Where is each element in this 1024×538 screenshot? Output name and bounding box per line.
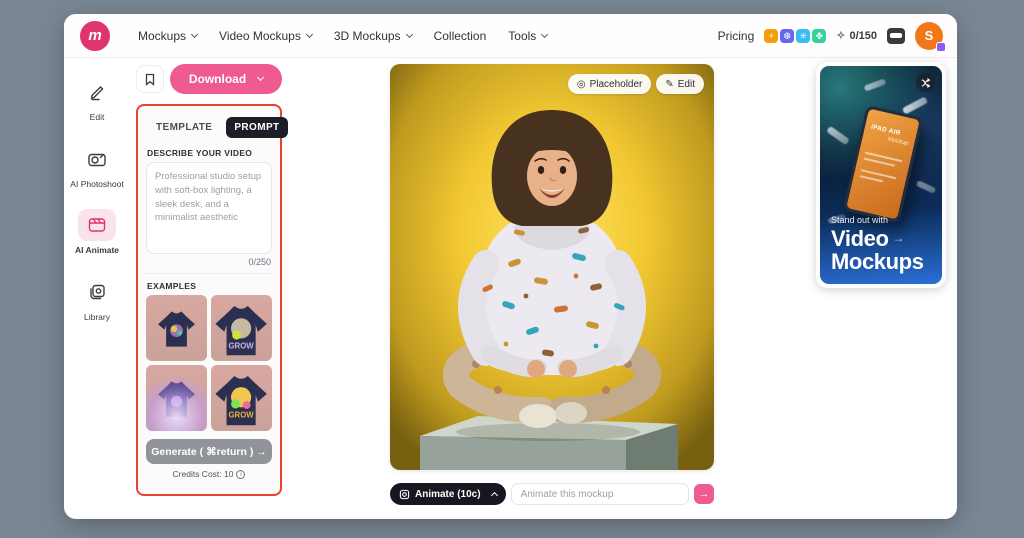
camera-icon: [78, 143, 116, 175]
bookmark-icon: [145, 73, 155, 86]
example-thumbnail-front[interactable]: [146, 295, 207, 361]
camera-app-icon[interactable]: [887, 27, 905, 44]
sidebar-item-edit[interactable]: Edit: [67, 76, 127, 123]
chevron-down-icon: [541, 30, 549, 38]
describe-video-label: DESCRIBE YOUR VIDEO: [147, 148, 253, 158]
animate-prompt-input[interactable]: [510, 483, 689, 505]
edit-pencil-icon: ✎: [665, 78, 674, 90]
download-button[interactable]: Download: [170, 64, 282, 94]
example-thumbnail-front-glow[interactable]: [146, 365, 207, 431]
light-streak: [826, 125, 850, 146]
tab-prompt[interactable]: PROMPT: [226, 117, 288, 138]
credits-indicator[interactable]: ✧ 0/150: [836, 29, 877, 43]
top-navigation-bar: m Mockups Video Mockups 3D Mockups Colle…: [64, 14, 957, 58]
info-icon[interactable]: i: [236, 469, 246, 479]
svg-text:GROW: GROW: [228, 342, 254, 351]
app-window: m Mockups Video Mockups 3D Mockups Colle…: [64, 14, 957, 519]
clapperboard-icon: [78, 209, 116, 242]
promo-badges: + ❆ ✳ ✤: [764, 28, 827, 43]
shuffle-button[interactable]: [916, 73, 935, 92]
chevron-down-icon: [305, 30, 313, 38]
main-nav: Mockups Video Mockups 3D Mockups Collect…: [138, 29, 549, 43]
bookmark-button[interactable]: [136, 65, 164, 93]
placeholder-icon: ◎: [576, 78, 586, 90]
mockup-preview-image[interactable]: ◎ Placeholder ✎ Edit: [390, 64, 714, 470]
nav-tools[interactable]: Tools: [508, 29, 549, 43]
nav-3d-mockups[interactable]: 3D Mockups: [334, 29, 413, 43]
light-streak: [863, 78, 887, 92]
prompt-panel-column: Download TEMPLATE PROMPT DESCRIBE YOUR V…: [130, 58, 288, 519]
prompt-panel-highlighted: TEMPLATE PROMPT DESCRIBE YOUR VIDEO 0/25…: [136, 104, 288, 496]
preview-overlay-buttons: ◎ Placeholder ✎ Edit: [567, 74, 704, 94]
user-avatar[interactable]: S: [915, 21, 946, 52]
nav-collection[interactable]: Collection: [434, 29, 487, 43]
credits-cost: Credits Cost: 10 i: [146, 469, 272, 479]
library-icon: [78, 276, 116, 308]
sidebar-item-ai-photoshoot[interactable]: AI Photoshoot: [67, 143, 127, 190]
nav-video-mockups[interactable]: Video Mockups: [219, 29, 313, 43]
promo-banner: iPAD AIR Mockup Stand out with Video → Mo…: [820, 66, 942, 284]
sparkle-icon: ✧: [836, 30, 846, 42]
chevron-up-icon: [490, 491, 498, 500]
clover-badge-icon[interactable]: ✤: [812, 28, 827, 43]
arrow-icon: →: [892, 230, 905, 245]
animate-camera-icon: [399, 489, 410, 499]
credits-count: 0/150: [849, 29, 877, 42]
chevron-down-icon: [257, 73, 265, 82]
animate-mode-button[interactable]: Animate (10c): [390, 483, 506, 505]
snowflake-badge-icon[interactable]: ❆: [780, 28, 795, 43]
pencil-icon: [78, 76, 116, 108]
video-mockups-promo-card[interactable]: iPAD AIR Mockup Stand out with Video → Mo…: [816, 62, 946, 288]
light-streak: [901, 96, 929, 115]
plan-badge-icon: [936, 41, 946, 52]
topbar-right: Pricing + ❆ ✳ ✤ ✧ 0/150 S: [718, 21, 946, 52]
nav-mockups[interactable]: Mockups: [138, 29, 199, 43]
left-sidebar: Edit AI Photoshoot AI Animate Library: [64, 58, 130, 519]
chevron-down-icon: [405, 30, 413, 38]
plus-badge-icon[interactable]: +: [764, 28, 779, 43]
example-thumbnail-back-grow[interactable]: GROW: [211, 295, 272, 361]
tablet-mockup-graphic: iPAD AIR Mockup: [842, 104, 924, 224]
decorative-line: [859, 175, 884, 183]
example-thumbnail-back-bright[interactable]: GROW: [211, 365, 272, 431]
promo-text: Stand out with Video → Mockups: [831, 214, 924, 275]
tab-template[interactable]: TEMPLATE: [148, 117, 220, 138]
sidebar-item-library[interactable]: Library: [67, 276, 127, 323]
pricing-link[interactable]: Pricing: [718, 29, 755, 43]
divider: [144, 273, 274, 274]
animate-toolbar: Animate (10c) →: [390, 483, 714, 505]
examples-grid: GROW GROW: [146, 295, 272, 431]
promo-column: iPAD AIR Mockup Stand out with Video → Mo…: [816, 58, 957, 519]
examples-label: EXAMPLES: [147, 281, 197, 291]
burst-badge-icon[interactable]: ✳: [796, 28, 811, 43]
panel-tabs: TEMPLATE PROMPT: [148, 117, 288, 138]
shuffle-icon: [921, 77, 930, 88]
char-counter: 0/250: [248, 257, 271, 267]
placeholder-button[interactable]: ◎ Placeholder: [567, 74, 652, 94]
sidebar-item-ai-animate[interactable]: AI Animate: [67, 209, 127, 256]
send-arrow-button[interactable]: →: [694, 484, 714, 504]
light-streak: [915, 180, 937, 194]
svg-text:GROW: GROW: [228, 410, 254, 419]
edit-button[interactable]: ✎ Edit: [656, 74, 704, 94]
generate-button[interactable]: Generate ( ⌘return ) →: [146, 439, 272, 464]
app-logo-icon[interactable]: m: [80, 20, 110, 51]
chevron-down-icon: [190, 30, 199, 38]
video-prompt-input[interactable]: [146, 162, 272, 254]
canvas-area: ◎ Placeholder ✎ Edit Animate (10c) →: [288, 58, 816, 519]
